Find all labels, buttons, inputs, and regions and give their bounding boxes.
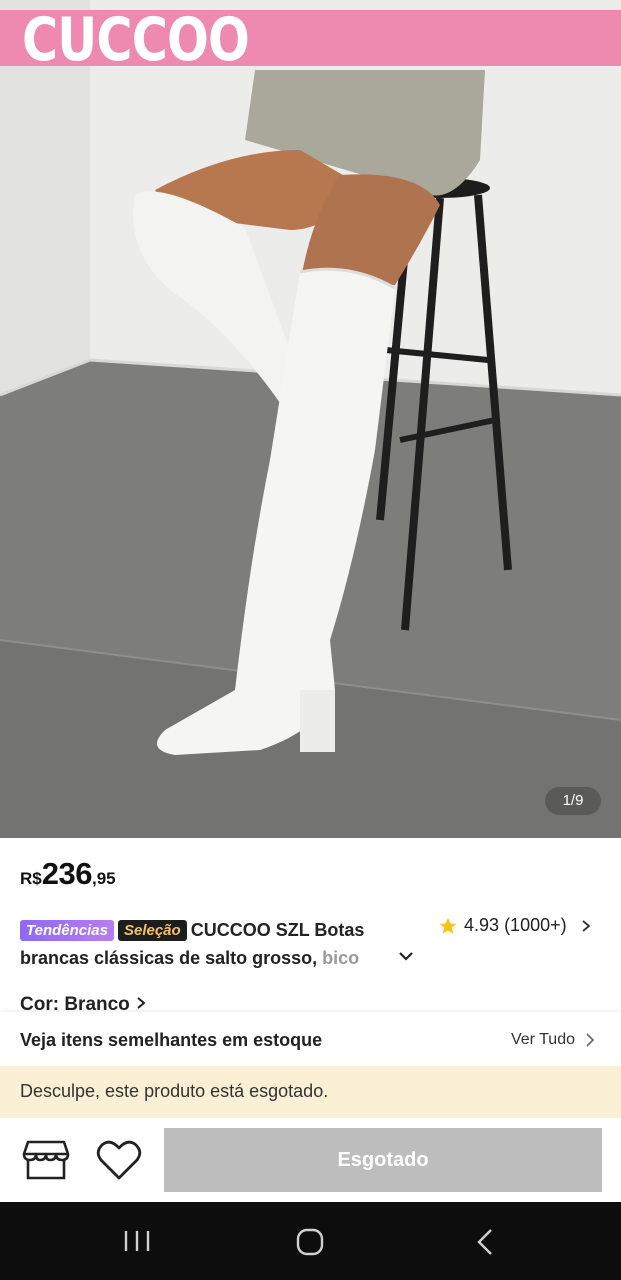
heart-icon[interactable] — [96, 1138, 142, 1182]
back-icon[interactable] — [474, 1228, 496, 1256]
recents-icon[interactable] — [122, 1230, 152, 1252]
home-icon[interactable] — [296, 1228, 324, 1256]
similar-items-label: Veja itens semelhantes em estoque — [20, 1030, 323, 1050]
chevron-right-icon — [137, 997, 146, 1009]
similar-items-row[interactable]: Veja itens semelhantes em estoque Ver Tu… — [0, 1012, 621, 1066]
star-icon — [439, 917, 457, 934]
rating-value: 4.93 — [464, 915, 500, 935]
sold-out-notice: Desculpe, este produto está esgotado. — [0, 1066, 621, 1118]
see-all-link[interactable]: Ver Tudo — [511, 1031, 595, 1049]
chevron-down-icon[interactable] — [396, 946, 416, 966]
product-title-faded: bico — [322, 948, 360, 968]
sold-out-message: Desculpe, este produto está esgotado. — [20, 1081, 329, 1101]
price: R$236,95 — [20, 856, 116, 892]
chevron-right-icon — [582, 919, 591, 932]
price-currency: R$ — [20, 869, 42, 888]
store-icon[interactable] — [22, 1138, 70, 1182]
price-decimal: ,95 — [91, 869, 116, 888]
image-counter: 1/9 — [545, 787, 601, 815]
product-photo — [0, 0, 621, 838]
selection-badge: Seleção — [117, 920, 187, 941]
product-image-gallery[interactable]: CUCCOO 1/9 — [0, 0, 621, 838]
trend-badge: Tendências — [20, 920, 114, 941]
see-all-label: Ver Tudo — [510, 1031, 575, 1048]
price-integer: 236 — [41, 856, 93, 891]
system-navigation-bar — [0, 1202, 621, 1280]
brand-logo: CUCCOO — [22, 5, 250, 75]
rating-count: (1000+) — [504, 915, 567, 935]
bottom-action-bar: Esgotado — [0, 1118, 621, 1202]
rating[interactable]: 4.93 (1000+) — [438, 915, 593, 936]
sold-out-button[interactable]: Esgotado — [164, 1128, 602, 1192]
brand-banner: CUCCOO — [0, 8, 621, 72]
chevron-right-icon — [586, 1033, 595, 1047]
product-title[interactable]: Tendências Seleção CUCCOO SZL Botas branca… — [20, 916, 416, 972]
